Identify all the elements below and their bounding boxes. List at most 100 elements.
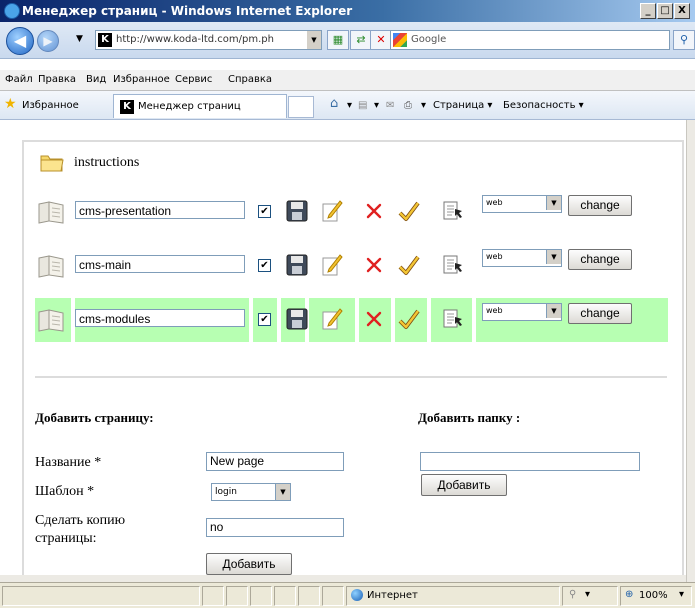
page-active-checkbox[interactable]: ✔ <box>258 205 271 218</box>
chevron-down-icon[interactable]: ▼ <box>275 484 290 500</box>
chevron-down-icon[interactable]: ▼ <box>546 196 561 210</box>
menu-item-view[interactable]: Вид <box>86 74 106 85</box>
menu-item-help[interactable]: Справка <box>228 74 272 85</box>
edit-icon[interactable] <box>320 199 344 223</box>
stop-icon[interactable]: ✕ <box>370 30 392 50</box>
add-page-heading: Добавить страницу: <box>35 410 154 425</box>
mail-icon[interactable]: ✉ <box>386 100 394 111</box>
home-icon[interactable]: ⌂ <box>330 96 338 111</box>
folder-name[interactable]: instructions <box>74 155 139 171</box>
save-icon[interactable] <box>285 253 309 277</box>
page-row: cms-main ✔ web ▼ change <box>35 244 668 288</box>
zoom-level: 100% <box>639 590 668 601</box>
page-row: cms-presentation ✔ web ▼ change <box>35 190 668 234</box>
protected-mode-dropdown-icon: ▾ <box>585 589 591 600</box>
page-name-input[interactable]: cms-presentation <box>75 201 245 219</box>
print-icon[interactable]: ⎙ <box>404 100 412 111</box>
copy-page-input[interactable]: no <box>206 518 344 537</box>
change-template-button[interactable]: change <box>568 195 632 216</box>
menu-item-file[interactable]: Файл <box>5 74 33 85</box>
folder-icon[interactable] <box>40 152 64 172</box>
template-select[interactable]: web ▼ <box>482 249 562 267</box>
site-favicon-icon: K <box>98 33 112 47</box>
zoom-area[interactable]: ⊕ 100% ▾ <box>620 586 692 606</box>
add-page-button[interactable]: Добавить <box>206 553 292 575</box>
template-select[interactable]: web ▼ <box>482 303 562 321</box>
compatibility-icon[interactable]: ▦ <box>327 30 349 50</box>
search-icon[interactable]: ⚲ <box>673 30 695 50</box>
cell-separator <box>355 298 359 342</box>
forward-button[interactable]: ▶ <box>37 30 59 52</box>
template-select[interactable]: login ▼ <box>211 483 291 501</box>
page-menu-button[interactable]: Страница ▾ <box>433 100 492 111</box>
search-input[interactable]: Google <box>390 30 670 50</box>
template-select-value: web <box>486 306 503 315</box>
save-icon[interactable] <box>285 199 309 223</box>
feeds-dropdown-icon[interactable]: ▾ <box>374 100 379 111</box>
add-folder-button[interactable]: Добавить <box>421 474 507 496</box>
save-icon[interactable] <box>285 307 309 331</box>
page-row: cms-modules ✔ web ▼ change <box>35 298 668 342</box>
copy-page-label: Сделать копию страницы: <box>35 513 126 546</box>
zone-area: Интернет <box>346 586 560 606</box>
close-window-button[interactable]: X <box>674 3 690 19</box>
template-select[interactable]: web ▼ <box>482 195 562 213</box>
maximize-button[interactable]: □ <box>657 3 673 19</box>
page-icon[interactable] <box>37 307 67 333</box>
delete-icon[interactable] <box>362 307 386 331</box>
favorites-toolbar: ★ Избранное K Менеджер страниц ⌂ ▾ ▤ ▾ ✉… <box>0 91 695 120</box>
window-title-bar[interactable]: Менеджер страниц - Windows Internet Expl… <box>0 0 695 22</box>
horizontal-scrollbar[interactable] <box>0 575 686 582</box>
copy-page-icon[interactable] <box>440 199 464 223</box>
address-dropdown-icon[interactable]: ▼ <box>307 31 321 49</box>
browser-tab[interactable]: K Менеджер страниц <box>113 94 287 118</box>
publish-icon[interactable] <box>397 307 421 331</box>
edit-icon[interactable] <box>320 307 344 331</box>
favorites-button[interactable]: Избранное <box>22 100 79 111</box>
ie-logo-icon <box>4 3 20 19</box>
protected-mode-icon: ⚲ <box>569 589 577 600</box>
minimize-button[interactable]: _ <box>640 3 656 19</box>
template-select-value: web <box>486 198 503 207</box>
cell-separator <box>472 298 476 342</box>
menu-bar: Файл Правка Вид Избранное Сервис Справка <box>0 70 695 91</box>
page-icon[interactable] <box>37 199 67 225</box>
favorites-star-icon[interactable]: ★ <box>4 97 17 111</box>
publish-icon[interactable] <box>397 253 421 277</box>
status-text-area <box>2 586 200 606</box>
page-active-checkbox[interactable]: ✔ <box>258 259 271 272</box>
page-name-input[interactable]: cms-modules <box>75 309 245 327</box>
chevron-down-icon[interactable]: ▼ <box>546 304 561 318</box>
page-active-checkbox[interactable]: ✔ <box>258 313 271 326</box>
page-icon[interactable] <box>37 253 67 279</box>
new-tab-button[interactable] <box>288 96 314 118</box>
status-segment <box>250 586 272 606</box>
window-title: Менеджер страниц - Windows Internet Expl… <box>22 4 353 18</box>
vertical-scrollbar[interactable] <box>686 120 695 582</box>
menu-item-edit[interactable]: Правка <box>38 74 76 85</box>
copy-page-icon[interactable] <box>440 307 464 331</box>
refresh-icon[interactable]: ⇄ <box>350 30 372 50</box>
address-input[interactable]: K http://www.koda-ltd.com/pm.ph ▼ <box>95 30 322 50</box>
page-name-label: Название * <box>35 455 102 470</box>
protected-mode-area[interactable]: ⚲ ▾ <box>562 586 618 606</box>
page-name-input[interactable]: New page <box>206 452 344 471</box>
history-dropdown-icon[interactable]: ▼ <box>76 34 83 44</box>
home-dropdown-icon[interactable]: ▾ <box>347 100 352 111</box>
delete-icon[interactable] <box>362 199 386 223</box>
edit-icon[interactable] <box>320 253 344 277</box>
chevron-down-icon[interactable]: ▼ <box>546 250 561 264</box>
copy-page-icon[interactable] <box>440 253 464 277</box>
change-template-button[interactable]: change <box>568 303 632 324</box>
change-template-button[interactable]: change <box>568 249 632 270</box>
back-button[interactable]: ◀ <box>6 27 34 55</box>
menu-item-favorites[interactable]: Избранное <box>113 74 170 85</box>
delete-icon[interactable] <box>362 253 386 277</box>
publish-icon[interactable] <box>397 199 421 223</box>
page-name-input[interactable]: cms-main <box>75 255 245 273</box>
feeds-icon[interactable]: ▤ <box>358 100 367 111</box>
folder-name-input[interactable] <box>420 452 640 471</box>
menu-item-tools[interactable]: Сервис <box>175 74 212 85</box>
security-menu-button[interactable]: Безопасность ▾ <box>503 100 584 111</box>
print-dropdown-icon[interactable]: ▾ <box>421 100 426 111</box>
